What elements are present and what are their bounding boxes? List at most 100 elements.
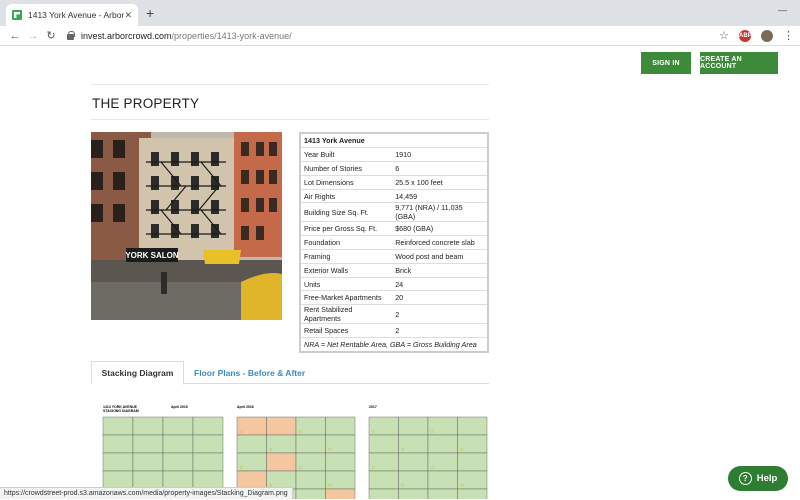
- facts-value: 2: [393, 305, 487, 324]
- facts-label: Free-Market Apartments: [301, 291, 393, 305]
- stacking-cell: [133, 417, 163, 435]
- stacking-star-icon: ☆: [460, 483, 465, 489]
- stacking-cell: [326, 489, 356, 499]
- facts-value: 1910: [393, 148, 487, 162]
- url-domain: invest.arborcrowd.com: [81, 31, 172, 41]
- address-bar: ← → ↻ invest.arborcrowd.com/properties/1…: [0, 26, 800, 46]
- create-account-button[interactable]: CREATE AN ACCOUNT: [700, 52, 778, 74]
- sign-in-button[interactable]: SIGN IN: [641, 52, 691, 74]
- stacking-cell: [428, 489, 458, 499]
- facts-value: Wood post and beam: [393, 250, 487, 264]
- stacking-star-icon: ☆: [371, 429, 376, 435]
- facts-label: Number of Stories: [301, 162, 393, 176]
- stacking-cell: [428, 471, 458, 489]
- tab-title: 1413 York Avenue - ArborCrowd: [28, 10, 124, 20]
- browser-tab[interactable]: 1413 York Avenue - ArborCrowd ✕: [6, 4, 138, 26]
- stacking-cell: [133, 453, 163, 471]
- tab-floor-plans[interactable]: Floor Plans - Before & After: [194, 361, 305, 384]
- bookmark-star-icon[interactable]: ☆: [719, 29, 729, 42]
- stacking-star-icon: ☆: [328, 447, 333, 453]
- facts-label: Units: [301, 277, 393, 291]
- stacking-star-icon: ☆: [401, 483, 406, 489]
- stacking-star-icon: ☆: [298, 429, 303, 435]
- facts-value: 25.5 x 100 feet: [393, 175, 487, 189]
- divider: [91, 84, 489, 85]
- stacking-star-icon: ☆: [239, 429, 244, 435]
- facts-label: Price per Gross Sq. Ft.: [301, 222, 393, 236]
- facts-row: Exterior WallsBrick: [301, 263, 487, 277]
- facts-label: Framing: [301, 250, 393, 264]
- facts-label: Air Rights: [301, 189, 393, 203]
- stacking-cell: [103, 417, 133, 435]
- facts-value: 14,459: [393, 189, 487, 203]
- stacking-star-icon: ☆: [298, 465, 303, 471]
- stacking-col1-title: April 2015: [171, 405, 188, 409]
- stacking-star-icon: ☆: [430, 429, 435, 435]
- tab-stacking-diagram[interactable]: Stacking Diagram: [91, 361, 184, 385]
- stacking-cell: [369, 435, 399, 453]
- profile-avatar[interactable]: [761, 30, 773, 42]
- stacking-cell: [163, 435, 193, 453]
- facts-row: FramingWood post and beam: [301, 250, 487, 264]
- facts-value: 24: [393, 277, 487, 291]
- stacking-cell: [193, 417, 223, 435]
- tab-close-icon[interactable]: ✕: [124, 10, 132, 21]
- help-label: Help: [757, 473, 778, 484]
- facts-label: Exterior Walls: [301, 263, 393, 277]
- help-button[interactable]: ? Help: [728, 466, 788, 491]
- facts-label: Building Size Sq. Ft.: [301, 203, 393, 222]
- facts-label: Lot Dimensions: [301, 175, 393, 189]
- facts-label: Year Built: [301, 148, 393, 162]
- site-favicon-icon: [12, 10, 22, 20]
- stacking-diagram-image[interactable]: 1413 YORK AVENUE STACKING DIAGRAM April …: [91, 401, 489, 499]
- stacking-star-icon: ☆: [430, 465, 435, 471]
- salon-sign: YORK SALON: [125, 251, 179, 260]
- facts-row: Retail Spaces2: [301, 324, 487, 338]
- reload-icon[interactable]: ↻: [42, 29, 60, 42]
- page-content: SIGN IN CREATE AN ACCOUNT THE PROPERTY: [0, 46, 800, 499]
- stacking-star-icon: ☆: [401, 447, 406, 453]
- facts-row: Units24: [301, 277, 487, 291]
- stacking-star-icon: ☆: [460, 447, 465, 453]
- stacking-cell: [326, 417, 356, 435]
- facts-value: $680 (GBA): [393, 222, 487, 236]
- stacking-cell: [428, 435, 458, 453]
- facts-value: 9,771 (NRA) / 11,035 (GBA): [393, 203, 487, 222]
- browser-menu-icon[interactable]: ⋮: [783, 29, 794, 42]
- facts-row: Rent Stabilized Apartments2: [301, 305, 487, 324]
- stacking-cell: [296, 471, 326, 489]
- facts-label: Rent Stabilized Apartments: [301, 305, 393, 324]
- facts-row: Air Rights14,459: [301, 189, 487, 203]
- facts-title: 1413 York Avenue: [301, 134, 487, 148]
- url-path: /properties/1413-york-avenue/: [172, 31, 292, 41]
- property-photo: YORK SALON: [91, 132, 282, 320]
- stacking-cell: [163, 453, 193, 471]
- stacking-cell: [103, 435, 133, 453]
- diagram-tabs: Stacking Diagram Floor Plans - Before & …: [91, 361, 489, 384]
- facts-row: FoundationReinforced concrete slab: [301, 236, 487, 250]
- forward-icon[interactable]: →: [24, 30, 42, 42]
- extension-icon[interactable]: ABP: [739, 30, 751, 42]
- stacking-col2-title: April 2016: [237, 405, 254, 409]
- back-icon[interactable]: ←: [6, 30, 24, 42]
- stacking-cell: [369, 471, 399, 489]
- stacking-star-icon: ☆: [371, 465, 376, 471]
- facts-value: 6: [393, 162, 487, 176]
- window-control-icon[interactable]: —: [778, 5, 790, 15]
- url-field[interactable]: invest.arborcrowd.com/properties/1413-yo…: [66, 31, 719, 41]
- facts-label: Foundation: [301, 236, 393, 250]
- stacking-cell: [163, 417, 193, 435]
- stacking-star-icon: ☆: [269, 447, 274, 453]
- new-tab-icon[interactable]: +: [146, 5, 154, 21]
- page-title: THE PROPERTY: [92, 96, 199, 111]
- facts-row: Number of Stories6: [301, 162, 487, 176]
- property-facts-table: 1413 York Avenue Year Built1910Number of…: [299, 132, 489, 353]
- facts-row: Year Built1910: [301, 148, 487, 162]
- stacking-cell: [237, 435, 267, 453]
- stacking-cell: [133, 435, 163, 453]
- divider: [91, 119, 489, 120]
- facts-row: Price per Gross Sq. Ft.$680 (GBA): [301, 222, 487, 236]
- facts-note: NRA = Net Rentable Area, GBA = Gross Bui…: [301, 338, 487, 352]
- stacking-subheading: STACKING DIAGRAM: [103, 409, 139, 413]
- browser-tab-bar: 1413 York Avenue - ArborCrowd ✕ + —: [0, 0, 800, 26]
